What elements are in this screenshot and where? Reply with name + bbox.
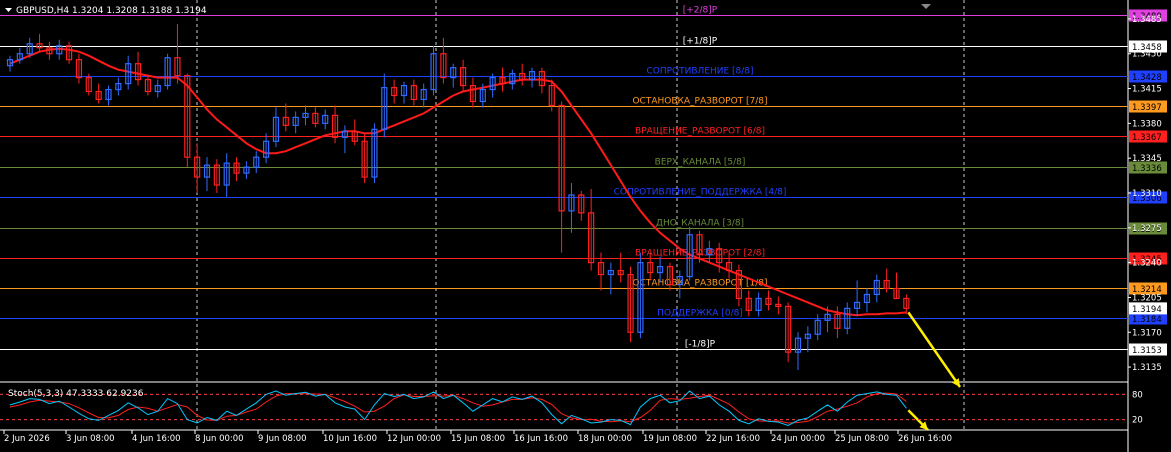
time-tick-label: 25 Jun 08:00	[835, 434, 889, 444]
price-tick-label: 1.3170	[1132, 328, 1162, 338]
current-price-tag: 1.3194	[1129, 302, 1167, 315]
chart-title: GBPUSD,H4 1.3204 1.3208 1.3188 1.3194	[16, 6, 207, 16]
level-label: ПОДДЕРЖКА [0/8]	[657, 309, 743, 319]
level-price-tag: 1.3428	[1129, 70, 1167, 83]
price-tick-label: 1.3415	[1132, 85, 1162, 95]
level-price-tag: 1.3153	[1129, 343, 1167, 356]
time-tick-label: 9 Jun 08:00	[258, 434, 307, 444]
level-price-tag-text: 1.3397	[1132, 103, 1162, 113]
level-label: ВРАЩЕНИЕ_РАЗВОРОТ [6/8]	[635, 127, 765, 137]
price-tick-label: 1.3240	[1132, 259, 1162, 269]
level-label: СОПРОТИВЛЕНИЕ [8/8]	[646, 67, 753, 77]
time-tick-label: 12 Jun 00:00	[387, 434, 441, 444]
level-price-tag: 1.3367	[1129, 130, 1167, 143]
level-label: [+2/8]P	[683, 6, 718, 16]
chart-canvas[interactable]: [+2/8]P [+1/8]P СОПРОТИВЛЕНИЕ [8/8] ОСТАНОВ…	[0, 0, 1171, 452]
time-tick-label: 8 Jun 00:00	[195, 434, 244, 444]
time-tick-label: 3 Jun 08:00	[66, 434, 115, 444]
level-label: ОСТАНОВКА_РАЗВОРОТ [1/8]	[632, 279, 767, 289]
price-tick-label: 1.3275	[1132, 224, 1162, 234]
time-tick-label: 16 Jun 16:00	[514, 434, 568, 444]
time-tick-label: 4 Jun 16:00	[132, 434, 181, 444]
stoch-level-label: 20	[1132, 416, 1143, 426]
price-tick-label: 1.3485	[1132, 15, 1162, 25]
level-price-tag-text: 1.3428	[1132, 73, 1162, 83]
level-price-tag-text: 1.3153	[1132, 346, 1162, 356]
level-price-tag: 1.3397	[1129, 100, 1167, 113]
level-label: ДНО_КАНАЛА [3/8]	[656, 219, 744, 229]
level-label: ОСТАНОВКА_РАЗВОРОТ [7/8]	[632, 97, 767, 107]
time-tick-label: 10 Jun 16:00	[323, 434, 377, 444]
level-label: ВЕРХ_КАНАЛА [5/8]	[655, 158, 746, 168]
level-label: [+1/8]P	[683, 37, 718, 47]
price-tick-label: 1.3380	[1132, 119, 1162, 129]
level-price-tag-text: 1.3336	[1132, 164, 1162, 174]
price-tick-label: 1.3205	[1132, 293, 1162, 303]
time-tick-label: 24 Jun 00:00	[771, 434, 825, 444]
level-price-tag-text: 1.3184	[1132, 315, 1162, 325]
indicator-title: Stoch(5,3,3) 47.3333 62.9236	[8, 389, 144, 399]
time-tick-label: 22 Jun 16:00	[706, 434, 760, 444]
stoch-level-label: 80	[1132, 390, 1143, 400]
time-tick-label: 18 Jun 00:00	[578, 434, 632, 444]
time-tick-label: 2 Jun 2026	[4, 434, 50, 444]
current-price-text: 1.3194	[1132, 305, 1162, 315]
level-label: СОПРОТИВЛЕНИЕ_ПОДДЕРЖКА [4/8]	[614, 188, 787, 198]
time-tick-label: 19 Jun 08:00	[643, 434, 697, 444]
level-price-tag-text: 1.3367	[1132, 133, 1162, 143]
time-tick-label: 26 Jun 16:00	[898, 434, 952, 444]
price-tick-label: 1.3310	[1132, 189, 1162, 199]
price-tick-label: 1.3135	[1132, 363, 1162, 373]
price-tick-label: 1.3345	[1132, 154, 1162, 164]
level-label: [-1/8]P	[685, 340, 716, 350]
price-tick-label: 1.3450	[1132, 50, 1162, 60]
time-tick-label: 15 Jun 08:00	[451, 434, 505, 444]
